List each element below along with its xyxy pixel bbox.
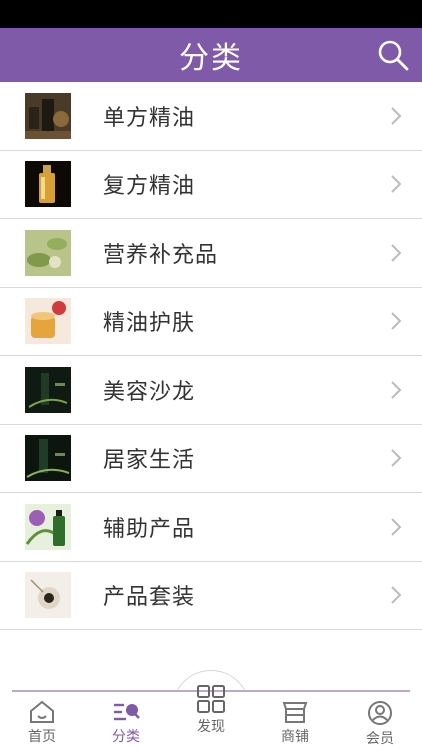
category-label: 辅助产品	[103, 516, 196, 542]
category-item[interactable]: 营养补充品	[0, 219, 422, 288]
golden-oil-bottle-thumb	[25, 161, 71, 208]
dark-bottle-leaves-thumb	[25, 435, 71, 482]
tab-member[interactable]: 会员	[338, 690, 422, 750]
category-item[interactable]: 辅助产品	[0, 493, 422, 562]
green-bottle-flower-thumb	[25, 503, 71, 550]
chevron-right-icon	[391, 244, 402, 262]
category-label: 单方精油	[103, 105, 196, 131]
page-title: 分类	[179, 41, 243, 76]
chevron-right-icon	[391, 449, 402, 467]
category-label: 复方精油	[103, 174, 196, 200]
chevron-right-icon	[391, 175, 402, 193]
bottom-tab-bar: 首页 分类 发现 商铺 会员	[0, 670, 422, 750]
category-label: 产品套装	[103, 585, 196, 611]
category-label: 营养补充品	[103, 242, 219, 268]
category-label: 美容沙龙	[103, 379, 196, 405]
status-bar	[0, 0, 422, 28]
shop-icon	[282, 702, 308, 723]
chevron-right-icon	[391, 586, 402, 604]
category-list: 单方精油 复方精油 营养补充品 精油护肤 美容沙龙 居家生活 辅助产品 产品套装	[0, 82, 422, 630]
category-label: 精油护肤	[103, 311, 196, 337]
essential-oil-bottles-thumb	[25, 92, 71, 139]
tab-shop-label: 商铺	[281, 729, 309, 745]
home-icon	[30, 700, 54, 723]
tab-category[interactable]: 分类	[84, 690, 168, 750]
chevron-right-icon	[391, 312, 402, 330]
chevron-right-icon	[391, 518, 402, 536]
chevron-right-icon	[391, 381, 402, 399]
dried-flower-thumb	[25, 572, 71, 619]
tab-discover-label: 发现	[197, 719, 225, 735]
grid-icon	[197, 685, 225, 713]
category-item[interactable]: 居家生活	[0, 425, 422, 493]
user-icon	[368, 701, 392, 725]
header-bar: 分类	[0, 28, 422, 82]
category-label: 居家生活	[103, 448, 196, 474]
tab-category-label: 分类	[112, 729, 140, 745]
oil-jar-roses-thumb	[25, 298, 71, 345]
category-item[interactable]: 复方精油	[0, 151, 422, 219]
tab-discover[interactable]: 发现	[169, 685, 253, 750]
chevron-right-icon	[391, 107, 402, 125]
category-item[interactable]: 美容沙龙	[0, 356, 422, 425]
dark-bottle-green-thumb	[25, 366, 71, 413]
tab-home[interactable]: 首页	[0, 690, 84, 750]
search-icon[interactable]	[376, 38, 410, 72]
category-item[interactable]: 单方精油	[0, 82, 422, 151]
category-item[interactable]: 产品套装	[0, 562, 422, 630]
herbal-plants-thumb	[25, 229, 71, 276]
tab-member-label: 会员	[366, 731, 394, 747]
category-icon	[114, 703, 140, 721]
tab-shop[interactable]: 商铺	[253, 690, 337, 750]
category-item[interactable]: 精油护肤	[0, 288, 422, 356]
tab-home-label: 首页	[28, 729, 56, 745]
